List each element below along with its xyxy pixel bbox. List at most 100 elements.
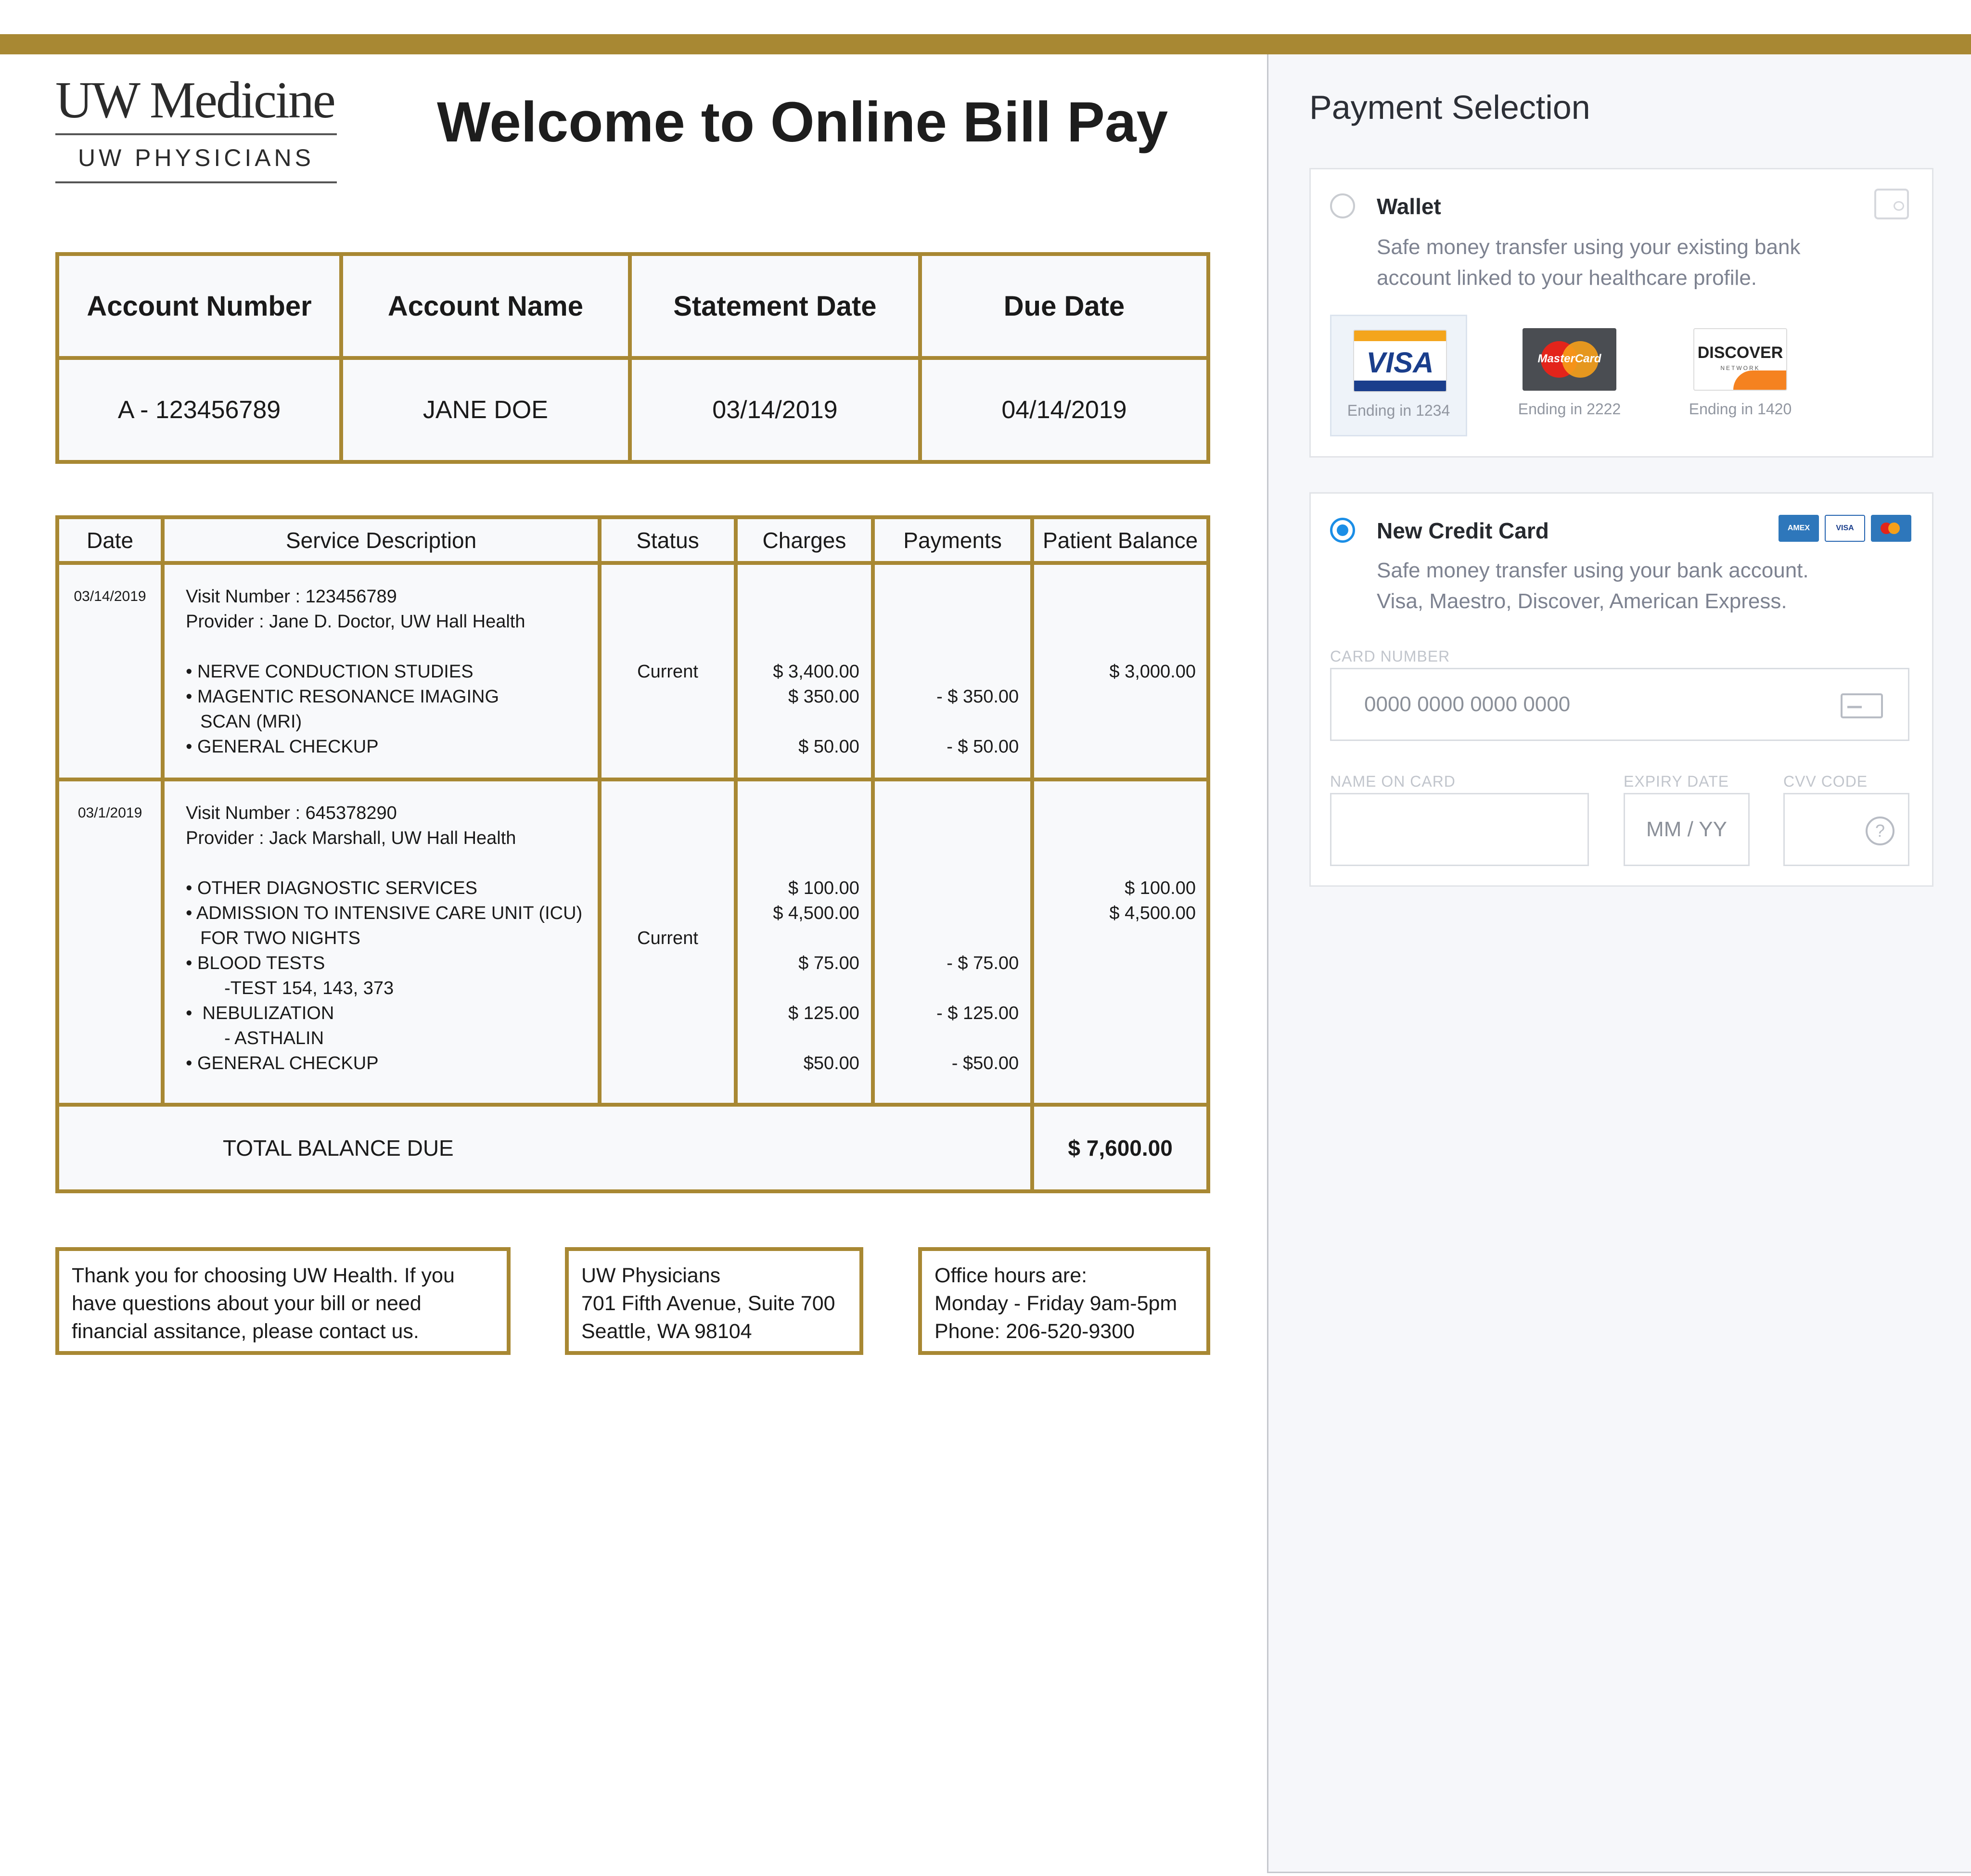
wallet-option[interactable]: Wallet Safe money transfer using your ex… (1309, 168, 1933, 458)
visit-provider: Provider : Jane D. Doctor, UW Hall Healt… (186, 612, 525, 632)
header-date: Date (55, 515, 165, 565)
payment-amount: - $50.00 (951, 1053, 1019, 1073)
header-service-description: Service Description (161, 515, 602, 565)
charge-amount: $ 125.00 (788, 1003, 859, 1023)
office-hours-box: Office hours are: Monday - Friday 9am-5p… (918, 1247, 1210, 1355)
total-balance-label: TOTAL BALANCE DUE (55, 1103, 1035, 1193)
info-line: financial assitance, please contact us. (72, 1320, 419, 1343)
service-item: • NEBULIZATION (186, 1003, 334, 1023)
expiry-date-label: EXPIRY DATE (1624, 773, 1729, 790)
visit-date: 03/14/2019 (55, 561, 165, 781)
visa-band-top (1354, 331, 1446, 341)
header-account-number: Account Number (55, 252, 344, 360)
wallet-radio[interactable] (1330, 193, 1355, 218)
wallet-desc-line: account linked to your healthcare profil… (1377, 266, 1757, 290)
logo-sub-text: UW PHYSICIANS (77, 144, 315, 171)
payment-amount (875, 659, 1019, 684)
charge-amount: $ 3,400.00 (773, 662, 859, 682)
uw-medicine-logo: UW Medicine UW PHYSICIANS (55, 75, 337, 183)
service-item: • ADMISSION TO INTENSIVE CARE UNIT (ICU) (186, 903, 583, 923)
wallet-description: Safe money transfer using your existing … (1377, 232, 1800, 294)
logo-rule (55, 133, 337, 135)
logo-rule-bottom (55, 181, 337, 183)
discover-network-text: NETWORK (1720, 365, 1760, 371)
card-ending: Ending in 1420 (1689, 400, 1792, 418)
header-statement-date: Statement Date (627, 252, 922, 360)
name-on-card-label: NAME ON CARD (1330, 773, 1456, 790)
address-box: UW Physicians 701 Fifth Avenue, Suite 70… (565, 1247, 863, 1355)
service-item: -TEST 154, 143, 373 (224, 978, 394, 998)
amex-mini-icon: AMEX (1779, 515, 1819, 542)
mastercard-wordmark: MasterCard (1537, 352, 1601, 365)
saved-card-discover[interactable]: DISCOVER NETWORK Ending in 1420 (1672, 315, 1809, 436)
help-icon[interactable]: ? (1866, 817, 1894, 845)
charge-amount: $ 50.00 (798, 737, 859, 757)
visit-description: Visit Number : 645378290 Provider : Jack… (161, 778, 602, 1107)
expiry-date-input[interactable] (1625, 794, 1748, 865)
charge-amount (738, 926, 859, 951)
credit-card-icon (1841, 693, 1883, 718)
info-line: Monday - Friday 9am-5pm (934, 1292, 1177, 1315)
info-line: UW Physicians (581, 1264, 721, 1287)
info-line: have questions about your bill or need (72, 1292, 422, 1315)
card-number-input[interactable] (1331, 669, 1908, 740)
service-item: • GENERAL CHECKUP (186, 1053, 379, 1073)
payment-amount (875, 976, 1019, 1001)
header-due-date: Due Date (918, 252, 1211, 360)
total-row: TOTAL BALANCE DUE $ 7,600.00 (55, 1103, 1210, 1193)
statement-date: 03/14/2019 (627, 356, 922, 464)
payment-amount (875, 1026, 1019, 1051)
card-ending: Ending in 2222 (1518, 400, 1621, 418)
mastercard-mini-icon (1871, 515, 1911, 542)
visa-wordmark: VISA (1366, 346, 1434, 379)
logo-main-text: UW Medicine (55, 72, 336, 129)
visit-number: Visit Number : 645378290 (186, 803, 397, 823)
table-row: 03/14/2019 Visit Number : 123456789 Prov… (55, 561, 1210, 781)
saved-card-mastercard[interactable]: MasterCard Ending in 2222 (1501, 315, 1638, 436)
new-card-desc-line: Visa, Maestro, Discover, American Expres… (1377, 589, 1787, 613)
new-card-radio[interactable] (1330, 518, 1355, 543)
service-item: • BLOOD TESTS (186, 953, 325, 973)
payment-amount: - $ 350.00 (936, 687, 1019, 707)
service-item: SCAN (MRI) (200, 712, 302, 732)
charge-amount: $ 350.00 (788, 687, 859, 707)
account-name: JANE DOE (339, 356, 632, 464)
visit-charges: $ 100.00 $ 4,500.00 $ 75.00 $ 125.00 $50… (733, 778, 875, 1107)
visa-card-icon: VISA (1353, 330, 1447, 392)
visit-status: Current (598, 561, 738, 781)
info-line: Phone: 206-520-9300 (934, 1320, 1135, 1343)
saved-card-visa[interactable]: VISA Ending in 1234 (1330, 315, 1467, 436)
card-number-label: CARD NUMBER (1330, 648, 1450, 665)
payment-amount (875, 901, 1019, 926)
charge-amount (738, 1026, 859, 1051)
account-summary-table: Account Number Account Name Statement Da… (55, 252, 1211, 464)
card-number-field[interactable] (1330, 668, 1909, 741)
service-charges-table: Date Service Description Status Charges … (55, 515, 1210, 1193)
name-on-card-input[interactable] (1331, 794, 1587, 865)
info-line: Thank you for choosing UW Health. If you (72, 1264, 455, 1287)
expiry-date-field[interactable] (1624, 793, 1750, 866)
visit-balance: $ 100.00 $ 4,500.00 (1030, 778, 1210, 1107)
header-patient-balance: Patient Balance (1030, 515, 1210, 565)
account-number: A - 123456789 (55, 356, 344, 464)
visa-mini-icon: VISA (1825, 515, 1865, 542)
payment-amount (875, 709, 1019, 734)
payment-selection-title: Payment Selection (1309, 89, 1590, 126)
name-on-card-field[interactable] (1330, 793, 1589, 866)
service-item: • GENERAL CHECKUP (186, 737, 379, 757)
cvv-code-label: CVV CODE (1783, 773, 1868, 790)
service-item: FOR TWO NIGHTS (200, 928, 360, 948)
new-credit-card-option[interactable]: New Credit Card AMEX VISA Safe money tra… (1309, 492, 1933, 887)
header-status: Status (598, 515, 738, 565)
service-item: • MAGENTIC RESONANCE IMAGING (186, 687, 499, 707)
new-card-description: Safe money transfer using your bank acco… (1377, 555, 1809, 617)
service-item: - ASTHALIN (224, 1028, 324, 1048)
visit-charges: $ 3,400.00 $ 350.00 $ 50.00 (733, 561, 875, 781)
balance-amount: $ 4,500.00 (1109, 903, 1196, 923)
cvv-code-field[interactable]: ? (1783, 793, 1909, 866)
account-value-row: A - 123456789 JANE DOE 03/14/2019 04/14/… (55, 356, 1211, 464)
new-card-title: New Credit Card (1377, 518, 1549, 543)
payment-amount (875, 926, 1019, 951)
